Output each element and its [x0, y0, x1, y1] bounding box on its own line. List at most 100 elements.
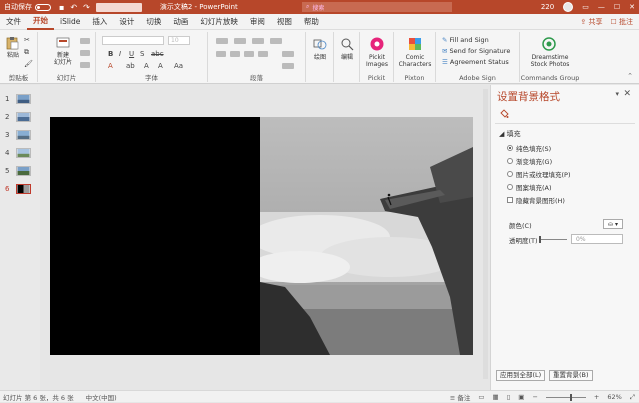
autosave-switch[interactable]	[35, 3, 51, 11]
radio-button[interactable]	[507, 158, 513, 164]
slide-thumbnail[interactable]: 5	[0, 163, 40, 181]
find-icon[interactable]	[340, 37, 354, 51]
reset-background-button[interactable]: 重置背景(B)	[549, 370, 593, 381]
pixton-logo-icon[interactable]	[408, 37, 422, 51]
numbering-button[interactable]	[234, 38, 246, 44]
slide-thumbnail[interactable]: 1	[0, 91, 40, 109]
tab-animations[interactable]: 动画	[167, 14, 194, 30]
pane-options-icon[interactable]: ▾	[615, 90, 619, 98]
fill-and-sign-button[interactable]: ✎ Fill and Sign	[442, 36, 489, 44]
undo-icon[interactable]: ↶	[70, 3, 77, 12]
share-button[interactable]: ⇪ 共享	[580, 17, 602, 27]
new-slide-icon[interactable]	[56, 36, 70, 50]
drawing-label[interactable]: 绘图	[310, 54, 330, 61]
decrease-indent-button[interactable]	[252, 38, 264, 44]
slide-thumbnail[interactable]: 4	[0, 145, 40, 163]
font-name-select[interactable]	[102, 36, 164, 45]
transparency-input[interactable]: 0%	[571, 234, 623, 244]
font-color-icon[interactable]: A	[108, 62, 113, 70]
zoom-in-icon[interactable]: +	[594, 393, 599, 401]
radio-gradient-fill[interactable]: 渐变填充(G)	[507, 156, 552, 166]
zoom-slider[interactable]	[545, 393, 586, 401]
checkbox[interactable]	[507, 197, 513, 203]
redo-icon[interactable]: ↷	[83, 3, 90, 12]
text-direction-button[interactable]	[282, 51, 294, 57]
reset-button[interactable]	[80, 50, 90, 56]
ribbon-display-icon[interactable]: ▭	[582, 3, 589, 11]
tab-transitions[interactable]: 切换	[140, 14, 167, 30]
tab-design[interactable]: 设计	[113, 14, 140, 30]
smartart-button[interactable]	[282, 63, 294, 69]
font-size-select[interactable]: 10	[168, 36, 190, 45]
maximize-icon[interactable]: ☐	[614, 3, 620, 11]
font-size-grow-icon[interactable]: A	[144, 62, 149, 70]
cut-icon[interactable]: ✂	[24, 36, 30, 44]
canvas-vertical-scrollbar[interactable]	[483, 89, 488, 379]
paste-label[interactable]: 粘贴	[4, 52, 22, 59]
language-indicator[interactable]: 中文(中国)	[86, 392, 117, 402]
shapes-icon[interactable]	[313, 37, 327, 51]
hide-background-checkbox[interactable]: 隐藏背景图形(H)	[507, 195, 565, 205]
minimize-icon[interactable]: —	[598, 3, 605, 11]
autosave-toggle[interactable]: 自动保存	[4, 2, 51, 12]
slide-thumbnail[interactable]: 2	[0, 109, 40, 127]
agreement-status-button[interactable]: ☰ Agreement Status	[442, 58, 509, 66]
send-for-signature-button[interactable]: ✉ Send for Signature	[442, 47, 510, 55]
fill-bucket-icon[interactable]	[499, 109, 509, 119]
cliff-photo[interactable]	[260, 117, 473, 355]
layout-button[interactable]	[80, 38, 90, 44]
apply-to-all-button[interactable]: 应用到全部(L)	[496, 370, 546, 381]
quick-access-input[interactable]	[95, 2, 142, 12]
font-size-shrink-icon[interactable]: A	[158, 62, 163, 70]
pickit-images-button[interactable]: Pickit Images	[362, 54, 392, 68]
collapse-ribbon-icon[interactable]: ⌃	[627, 72, 633, 80]
align-left-button[interactable]	[216, 51, 226, 57]
current-slide[interactable]	[50, 117, 473, 355]
search-box[interactable]: ⌕ 搜索	[302, 2, 452, 12]
increase-indent-button[interactable]	[270, 38, 282, 44]
copy-icon[interactable]: ⧉	[24, 48, 29, 57]
avatar[interactable]	[563, 2, 574, 12]
color-picker-button[interactable]: ⛀ ▾	[603, 219, 623, 229]
notes-button[interactable]: ≡ 备注	[450, 392, 471, 402]
comic-characters-button[interactable]: Comic Characters	[396, 54, 434, 68]
tab-review[interactable]: 审阅	[244, 14, 271, 30]
slide-thumbnail[interactable]: 3	[0, 127, 40, 145]
bullets-button[interactable]	[216, 38, 228, 44]
transparency-slider-handle[interactable]	[539, 236, 541, 243]
tab-islide[interactable]: iSlide	[54, 14, 86, 30]
format-painter-icon[interactable]: 🖌	[24, 60, 33, 68]
radio-button[interactable]	[507, 171, 513, 177]
strikethrough-button[interactable]: abc	[151, 50, 164, 58]
tab-file[interactable]: 文件	[0, 14, 27, 30]
radio-solid-fill[interactable]: 纯色填充(S)	[507, 143, 551, 153]
tab-insert[interactable]: 插入	[86, 14, 113, 30]
close-icon[interactable]: ✕	[623, 89, 631, 99]
zoom-level[interactable]: 62%	[607, 393, 621, 401]
normal-view-icon[interactable]: ▭	[478, 393, 484, 401]
dreamstime-button[interactable]: Dreamstime Stock Photos	[522, 54, 578, 68]
radio-button[interactable]	[507, 184, 513, 190]
align-center-button[interactable]	[230, 51, 240, 57]
zoom-out-icon[interactable]: −	[532, 393, 537, 401]
slideshow-icon[interactable]: ▣	[518, 393, 524, 401]
section-button[interactable]	[80, 62, 90, 68]
tab-view[interactable]: 视图	[271, 14, 298, 30]
new-slide-label[interactable]: 新建 幻灯片	[50, 52, 76, 66]
dreamstime-logo-icon[interactable]	[542, 37, 556, 51]
paste-icon[interactable]	[5, 36, 19, 50]
slide-thumbnail-active[interactable]: 6	[0, 181, 40, 199]
tab-slideshow[interactable]: 幻灯片放映	[194, 14, 244, 30]
highlight-icon[interactable]: ab	[126, 62, 135, 70]
radio-picture-fill[interactable]: 图片或纹理填充(P)	[507, 169, 571, 179]
radio-pattern-fill[interactable]: 图案填充(A)	[507, 182, 552, 192]
justify-button[interactable]	[258, 51, 268, 57]
tab-home[interactable]: 开始	[27, 14, 54, 30]
reading-view-icon[interactable]: ▯	[507, 393, 511, 401]
editing-label[interactable]: 编辑	[337, 54, 357, 61]
slide-sorter-icon[interactable]: ▦	[493, 393, 499, 401]
change-case-icon[interactable]: Aa	[174, 62, 183, 70]
comments-button[interactable]: ☐ 批注	[610, 17, 633, 27]
transparency-slider[interactable]	[539, 239, 567, 240]
tab-help[interactable]: 帮助	[298, 14, 325, 30]
